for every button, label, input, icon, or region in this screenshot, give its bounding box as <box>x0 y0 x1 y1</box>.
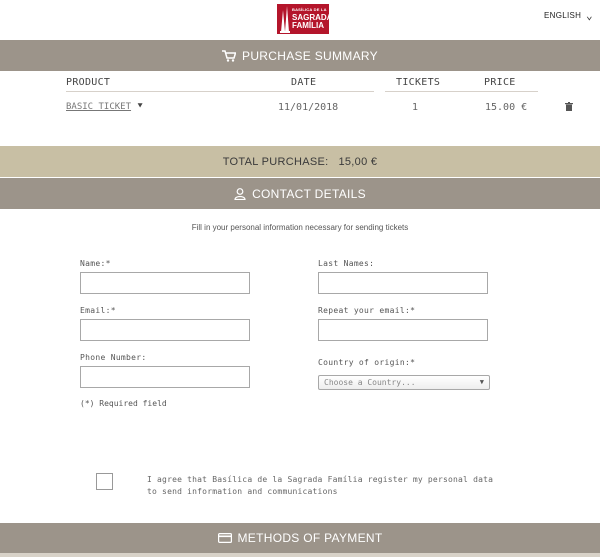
total-label: TOTAL PURCHASE: <box>222 155 329 168</box>
last-names-field[interactable] <box>318 272 488 294</box>
last-names-label: Last Names: <box>318 259 375 268</box>
country-label: Country of origin:* <box>318 358 416 367</box>
header-divider <box>66 91 374 92</box>
contact-intro: Fill in your personal information necess… <box>191 223 409 232</box>
dropdown-arrow-icon: ▼ <box>479 378 484 386</box>
column-price: PRICE <box>484 77 516 88</box>
repeat-email-label: Repeat your email:* <box>318 306 416 315</box>
name-label: Name:* <box>80 259 111 268</box>
logo-line3: FAMÍLIA <box>292 21 324 30</box>
phone-field[interactable] <box>80 366 250 388</box>
table-row: BASIC TICKET ⯆ <box>66 102 144 112</box>
agree-checkbox[interactable] <box>96 473 113 490</box>
trash-icon[interactable] <box>565 102 573 114</box>
cart-icon <box>222 49 237 62</box>
payment-methods-header: METHODS OF PAYMENT <box>0 523 600 553</box>
name-field[interactable] <box>80 272 250 294</box>
total-purchase-band: TOTAL PURCHASE: 15,00 € <box>0 146 600 177</box>
user-icon <box>234 187 246 200</box>
email-field[interactable] <box>80 319 250 341</box>
chevron-down-icon[interactable]: ⯆ <box>136 102 143 112</box>
column-tickets: TICKETS <box>396 77 441 88</box>
required-note: (*) Required field <box>80 399 167 408</box>
header-divider <box>385 91 538 92</box>
country-select[interactable]: Choose a Country... ▼ <box>318 375 490 390</box>
product-link[interactable]: BASIC TICKET <box>66 102 131 112</box>
payment-methods-title: METHODS OF PAYMENT <box>237 531 383 545</box>
row-date: 11/01/2018 <box>278 102 339 113</box>
row-price: 15.00 € <box>485 102 528 113</box>
logo-wordmark: BASÍLICA DE LA SAGRADA FAMÍLIA <box>292 6 332 30</box>
credit-card-icon <box>217 533 232 543</box>
column-date: DATE <box>291 77 317 88</box>
total-value: 15,00 € <box>338 155 378 168</box>
phone-label: Phone Number: <box>80 353 147 362</box>
column-product: PRODUCT <box>66 77 111 88</box>
email-label: Email:* <box>80 306 116 315</box>
chevron-down-icon[interactable]: ⌄ <box>586 9 593 22</box>
agree-text: I agree that Basílica de la Sagrada Famí… <box>147 475 494 496</box>
contact-details-title: CONTACT DETAILS <box>252 186 366 201</box>
bottom-divider <box>0 553 600 557</box>
purchase-summary-title: PURCHASE SUMMARY <box>242 48 378 63</box>
contact-details-header: CONTACT DETAILS <box>0 178 600 209</box>
purchase-summary-header: PURCHASE SUMMARY <box>0 40 600 71</box>
country-select-value: Choose a Country... <box>324 378 416 387</box>
repeat-email-field[interactable] <box>318 319 488 341</box>
language-selector[interactable]: ENGLISH <box>544 11 581 20</box>
row-tickets: 1 <box>412 102 419 113</box>
